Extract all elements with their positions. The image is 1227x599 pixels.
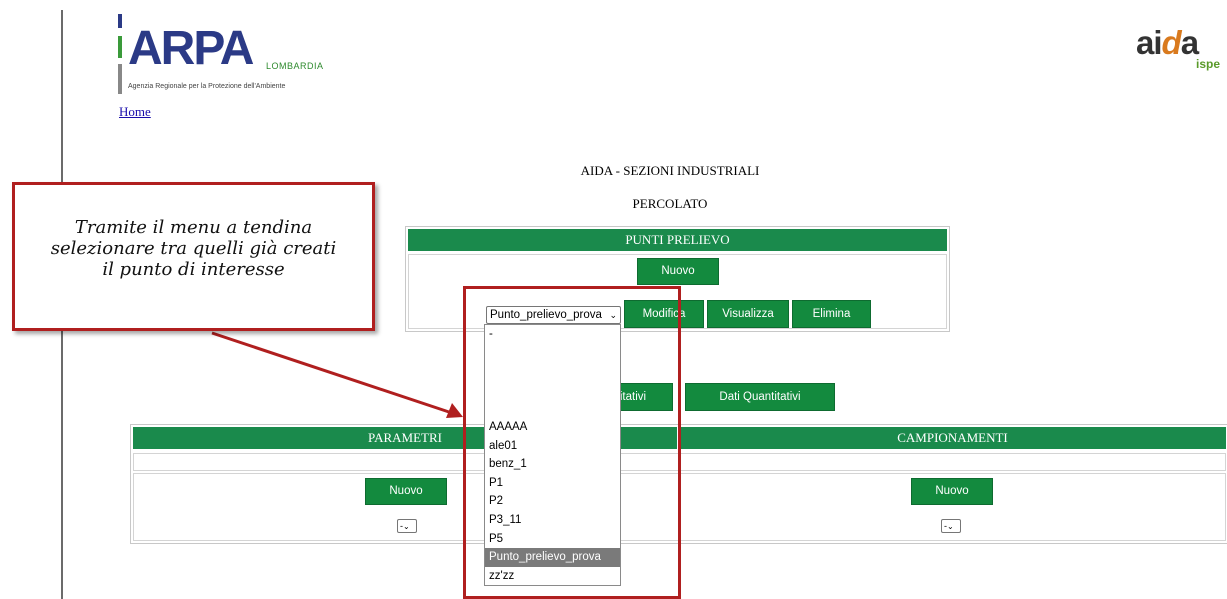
annotation-callout: Tramite il menu a tendina selezionare tr…: [12, 182, 375, 331]
callout-text: Tramite il menu a tendina selezionare tr…: [50, 217, 337, 280]
